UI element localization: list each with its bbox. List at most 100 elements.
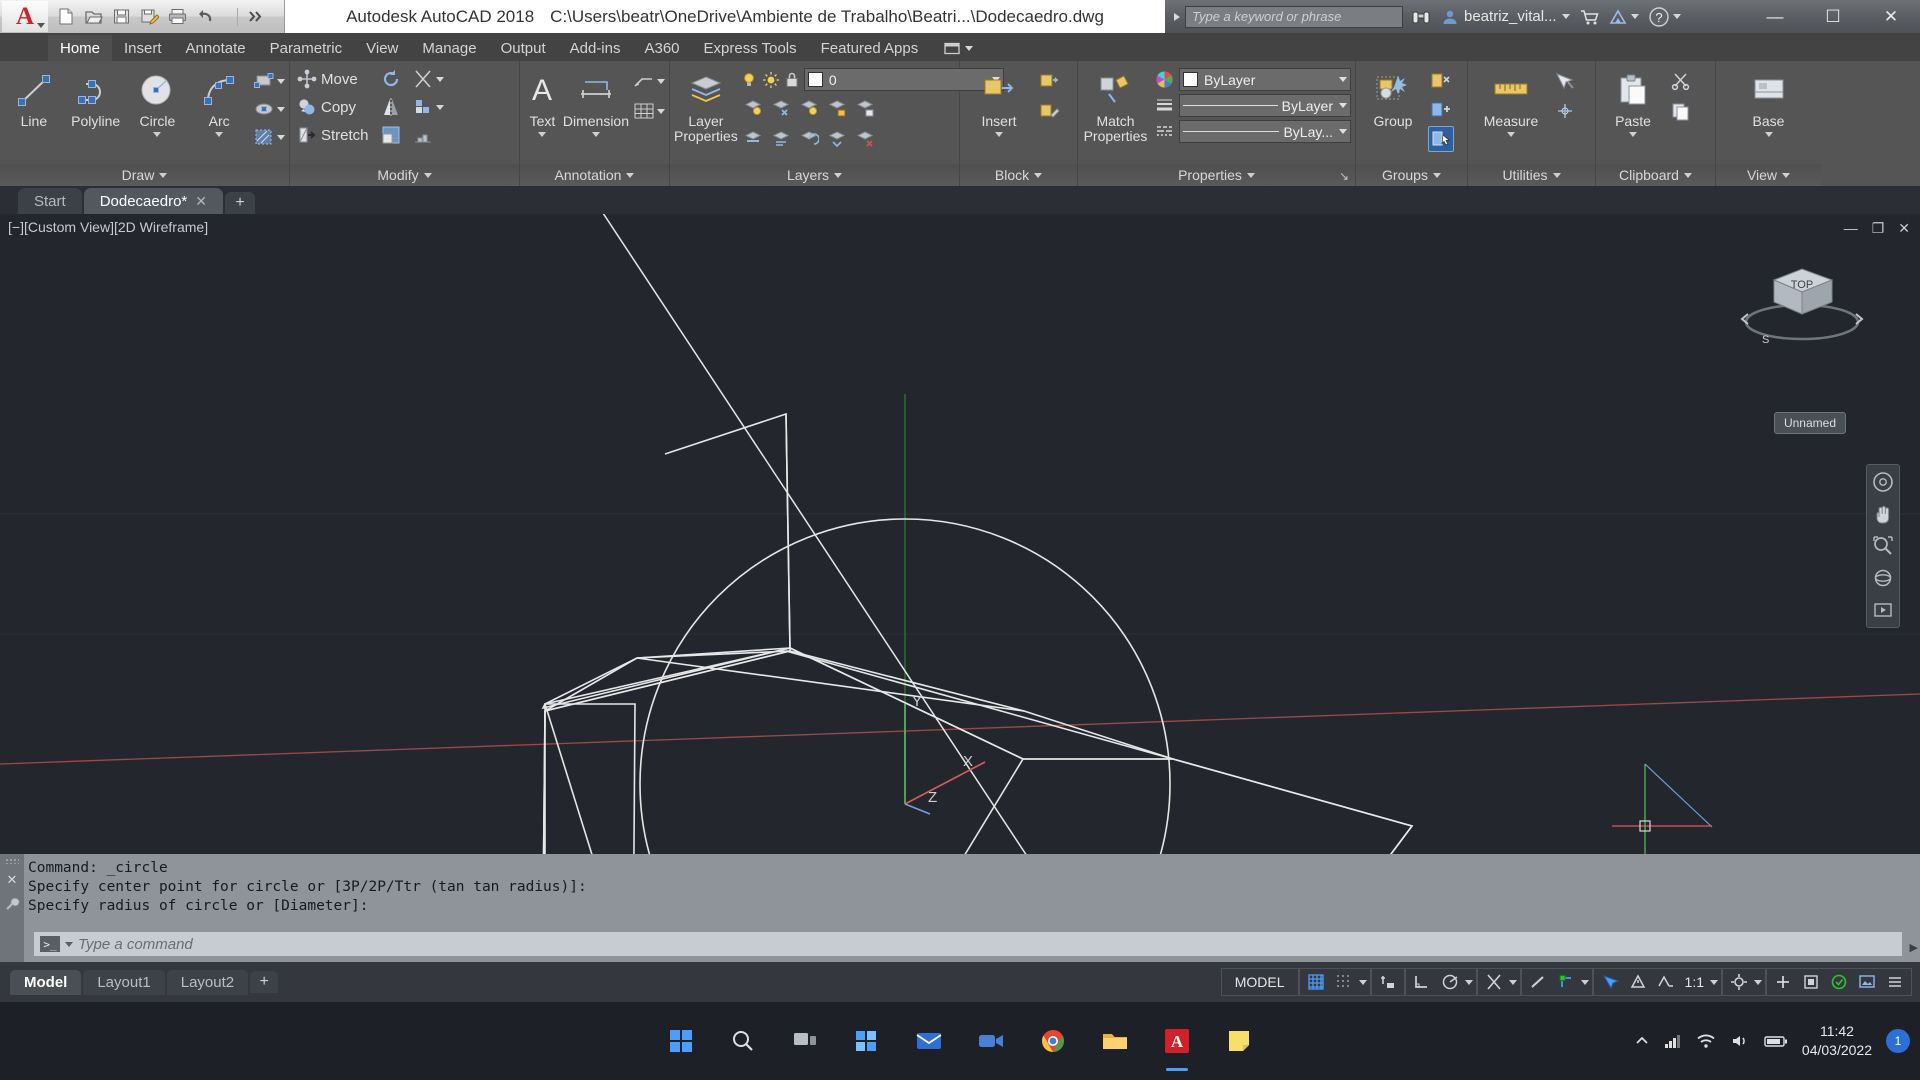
- command-input-row[interactable]: >_: [34, 932, 1902, 956]
- ribbon-tab-insert[interactable]: Insert: [112, 35, 174, 61]
- point-style-button[interactable]: [1552, 98, 1578, 124]
- grid-display-button[interactable]: [1303, 970, 1329, 994]
- orbit-icon[interactable]: [1870, 565, 1896, 591]
- notification-badge[interactable]: 1: [1886, 1029, 1910, 1053]
- wrench-icon[interactable]: [4, 896, 20, 914]
- sun-icon[interactable]: [762, 71, 780, 89]
- ribbon-tab-parametric[interactable]: Parametric: [258, 35, 355, 61]
- new-file-button[interactable]: [52, 4, 78, 30]
- layer-delete-button[interactable]: [852, 125, 878, 151]
- search-input[interactable]: [1185, 5, 1403, 28]
- rotate-button[interactable]: [378, 66, 404, 92]
- array-button[interactable]: [410, 122, 436, 148]
- trim-button[interactable]: [410, 66, 436, 92]
- quick-select-button[interactable]: [1552, 68, 1578, 94]
- taskbar-clock[interactable]: 11:42 04/03/2022: [1802, 1022, 1872, 1060]
- ungroup-button[interactable]: [1428, 68, 1454, 94]
- chevron-down-icon[interactable]: [657, 108, 665, 114]
- chevron-down-icon[interactable]: [538, 131, 547, 137]
- ribbon-tab-express-tools[interactable]: Express Tools: [692, 35, 809, 61]
- color-combo[interactable]: ByLayer: [1179, 68, 1351, 91]
- annotation-monitor-button[interactable]: [1625, 970, 1651, 994]
- chevron-down-icon[interactable]: [1580, 979, 1589, 985]
- help-button[interactable]: ?: [1648, 6, 1681, 28]
- chrome-app-button[interactable]: [1031, 1019, 1075, 1063]
- annotation-scale-value[interactable]: 1:1: [1681, 974, 1708, 990]
- chevron-down-icon[interactable]: [153, 131, 162, 137]
- viewport-close-button[interactable]: ✕: [1898, 220, 1910, 237]
- rectangle-button[interactable]: [251, 68, 277, 94]
- undo-dropdown-button[interactable]: [220, 4, 233, 30]
- match-properties-button[interactable]: Match Properties: [1082, 66, 1149, 143]
- command-input[interactable]: [78, 935, 1896, 953]
- chevron-down-icon[interactable]: [995, 131, 1003, 137]
- paste-button[interactable]: Paste: [1600, 66, 1666, 137]
- minimize-button[interactable]: —: [1746, 0, 1804, 33]
- viewcube[interactable]: S TOP: [1740, 252, 1880, 362]
- chevron-down-icon[interactable]: [1358, 979, 1367, 985]
- leader-button[interactable]: [631, 68, 657, 94]
- ribbon-tab-manage[interactable]: Manage: [410, 35, 488, 61]
- more-commands-button[interactable]: [242, 4, 268, 30]
- copy-clip-button[interactable]: [1668, 98, 1694, 124]
- hatch-button[interactable]: [251, 124, 277, 150]
- linetype-combo[interactable]: ByLay...: [1179, 120, 1351, 143]
- maximize-button[interactable]: ☐: [1804, 0, 1862, 33]
- model-paper-toggle[interactable]: MODEL: [1225, 974, 1295, 990]
- drawing-canvas[interactable]: [−][Custom View][2D Wireframe] — ❐ ✕ Y X…: [0, 214, 1920, 854]
- battery-icon[interactable]: [1764, 1033, 1788, 1049]
- chevron-up-icon[interactable]: [1634, 1033, 1650, 1049]
- chevron-down-icon[interactable]: [277, 106, 285, 112]
- task-view-button[interactable]: [783, 1019, 827, 1063]
- chevron-down-icon[interactable]: [1507, 131, 1515, 137]
- ribbon-tab-view[interactable]: View: [354, 35, 410, 61]
- panel-title-view[interactable]: View: [1716, 164, 1821, 186]
- arc-button[interactable]: Arc: [189, 66, 249, 137]
- chevron-down-icon[interactable]: [657, 78, 665, 84]
- layer-off-button[interactable]: [740, 95, 766, 121]
- chevron-down-icon[interactable]: [277, 78, 285, 84]
- command-line-grip[interactable]: ✕: [0, 854, 24, 962]
- status-bar-menu-button[interactable]: [1882, 970, 1908, 994]
- layer-make-current-button[interactable]: [740, 125, 766, 151]
- open-file-button[interactable]: [80, 4, 106, 30]
- wifi-icon[interactable]: [1696, 1033, 1716, 1049]
- command-line-close-button[interactable]: ✕: [7, 872, 18, 888]
- lineweight-combo[interactable]: ByLayer: [1179, 94, 1351, 117]
- sticky-notes-button[interactable]: [1217, 1019, 1261, 1063]
- panel-title-block[interactable]: Block: [960, 164, 1077, 186]
- ribbon-tab-output[interactable]: Output: [489, 35, 558, 61]
- close-button[interactable]: ✕: [1862, 0, 1920, 33]
- pan-hand-icon[interactable]: [1870, 501, 1896, 527]
- layer-freeze-button[interactable]: [796, 95, 822, 121]
- infer-constraints-button[interactable]: [1375, 970, 1401, 994]
- panel-title-layers[interactable]: Layers: [670, 164, 959, 186]
- chevron-down-icon[interactable]: [277, 134, 285, 140]
- hardware-acceleration-button[interactable]: [1826, 970, 1852, 994]
- visual-style-controls-button[interactable]: [2D Wireframe]: [114, 219, 208, 235]
- edit-attributes-button[interactable]: [1036, 98, 1062, 124]
- dimension-button[interactable]: Dimension: [563, 66, 629, 137]
- snap-mode-button[interactable]: [1331, 970, 1357, 994]
- group-button[interactable]: Group: [1360, 66, 1426, 129]
- customization-button[interactable]: [1770, 970, 1796, 994]
- object-snap-button[interactable]: [1553, 970, 1579, 994]
- view-controls-button[interactable]: [Custom View]: [24, 219, 114, 235]
- text-button[interactable]: A Text: [524, 66, 561, 137]
- ribbon-tab-home[interactable]: Home: [48, 35, 113, 61]
- chevron-down-icon[interactable]: [1710, 979, 1718, 985]
- lock-icon[interactable]: [784, 71, 800, 89]
- chevron-down-icon[interactable]: [1464, 979, 1473, 985]
- ucs-name-chip[interactable]: Unnamed: [1773, 412, 1846, 434]
- network-signal-icon[interactable]: [1664, 1033, 1682, 1049]
- table-button[interactable]: [631, 98, 657, 124]
- layout-tab-model[interactable]: Model: [10, 969, 82, 995]
- layer-lock-button[interactable]: [824, 95, 850, 121]
- layer-previous-button[interactable]: [796, 125, 822, 151]
- widgets-button[interactable]: [845, 1019, 889, 1063]
- panel-title-properties[interactable]: Properties ↘: [1078, 164, 1355, 186]
- layer-match-button[interactable]: [768, 125, 794, 151]
- group-edit-button[interactable]: [1428, 97, 1454, 123]
- scale-button[interactable]: [378, 122, 404, 148]
- layer-isolate-button[interactable]: [768, 95, 794, 121]
